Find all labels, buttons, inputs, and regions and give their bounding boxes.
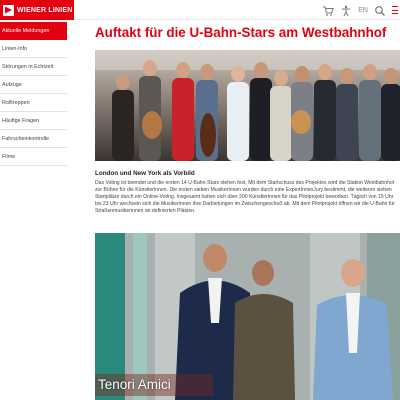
header: WIENER LINIEN EN xyxy=(0,0,400,20)
article-body: Das Voting ist beendet und die ersten 14… xyxy=(95,180,395,215)
sidebar-item-haeufige-fragen[interactable]: Häufige Fragen xyxy=(0,112,67,130)
logo-icon xyxy=(3,4,14,16)
article-subheading: London und New York als Vorbild xyxy=(95,170,195,177)
sidebar-item-aktuelle-meldungen[interactable]: Aktuelle Meldungen xyxy=(0,22,67,40)
group-photo xyxy=(95,50,400,161)
language-switch[interactable]: EN xyxy=(358,7,368,14)
cart-icon[interactable] xyxy=(322,4,334,16)
sidebar-item-aufzuege[interactable]: Aufzüge xyxy=(0,76,67,94)
page-title: Auftakt für die U-Bahn-Stars am Westbahn… xyxy=(95,25,387,40)
search-icon[interactable] xyxy=(374,4,386,16)
sidebar-nav: Aktuelle Meldungen Linien-Info Störungen… xyxy=(0,22,67,166)
photo-caption: Tenori Amici xyxy=(98,377,171,392)
sidebar-item-stoerungen[interactable]: Störungen in Echtzeit xyxy=(0,58,67,76)
wiener-linien-logo[interactable]: WIENER LINIEN xyxy=(0,0,74,20)
sidebar-item-filme[interactable]: Filme xyxy=(0,148,67,166)
menu-icon[interactable] xyxy=(392,4,398,16)
logo-text: WIENER LINIEN xyxy=(17,6,73,14)
accessibility-icon[interactable] xyxy=(340,4,352,17)
sidebar-item-rolltreppen[interactable]: Rolltreppen xyxy=(0,94,67,112)
sidebar-item-linien-info[interactable]: Linien-Info xyxy=(0,40,67,58)
sidebar-item-fahrscheinkontrolle[interactable]: Fahrscheinkontrolle xyxy=(0,130,67,148)
header-tools: EN xyxy=(322,3,398,17)
